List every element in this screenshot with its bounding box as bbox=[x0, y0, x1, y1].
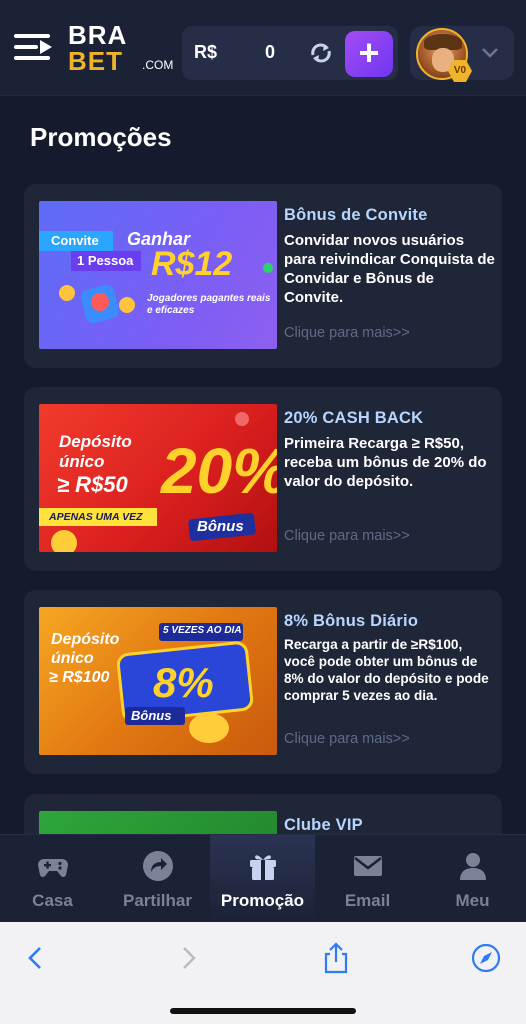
banner-line2: único bbox=[51, 650, 94, 667]
banner-amount: R$12 bbox=[151, 245, 233, 283]
bottom-nav: Casa Partilhar Promoção Email Meu bbox=[0, 834, 526, 923]
promotions-page: BRA BET .COM R$ 0 + V0 Promoções Convite… bbox=[0, 0, 526, 1024]
share-sheet-icon[interactable] bbox=[318, 940, 354, 976]
promo-info: 20% CASH BACK Primeira Recarga ≥ R$50, r… bbox=[284, 409, 496, 491]
promo-card-invite[interactable]: Convite 1 Pessoa Ganhar R$12 Jogadores p… bbox=[24, 184, 502, 368]
chevron-down-icon[interactable] bbox=[480, 42, 500, 62]
share-icon bbox=[143, 851, 173, 881]
promo-banner-invite[interactable]: Convite 1 Pessoa Ganhar R$12 Jogadores p… bbox=[39, 201, 277, 349]
nav-label: Partilhar bbox=[123, 891, 192, 910]
coin-icon bbox=[51, 530, 77, 552]
banner-line2: único bbox=[59, 452, 105, 471]
banner-strip: APENAS UMA VEZ bbox=[49, 511, 143, 523]
promo-title: 8% Bônus Diário bbox=[284, 612, 419, 630]
promo-title: 20% CASH BACK bbox=[284, 409, 424, 427]
banner-line1: Depósito bbox=[51, 631, 120, 648]
mail-icon bbox=[354, 856, 382, 876]
promo-more-link[interactable]: Clique para mais>> bbox=[284, 325, 410, 341]
nav-label: Casa bbox=[32, 891, 73, 910]
deposit-plus-button[interactable]: + bbox=[345, 31, 393, 77]
back-icon[interactable] bbox=[18, 940, 54, 976]
banner-line3: ≥ R$100 bbox=[49, 669, 110, 686]
browser-toolbar bbox=[0, 922, 526, 1024]
nav-label: Email bbox=[344, 891, 391, 910]
promo-info: Clube VIP bbox=[284, 816, 496, 835]
light-dot bbox=[235, 412, 249, 426]
nav-label: Meu bbox=[455, 891, 490, 910]
home-indicator bbox=[170, 1008, 356, 1014]
banner-tag-invite: Convite bbox=[51, 233, 99, 248]
banner-badge: Bônus bbox=[197, 518, 244, 535]
promo-banner-daily[interactable]: Depósito único ≥ R$100 5 VEZES AO DIA 8%… bbox=[39, 607, 277, 755]
banner-big-percent: 8% bbox=[153, 659, 214, 706]
promo-title: Bônus de Convite bbox=[284, 206, 428, 224]
promo-title: Clube VIP bbox=[284, 816, 363, 834]
promo-description: Recarga a partir de ≥R$100, você pode ob… bbox=[284, 637, 489, 703]
wallet-balance: R$ 0 + bbox=[182, 26, 398, 80]
compass-icon[interactable] bbox=[468, 940, 504, 976]
bell-icon bbox=[91, 293, 109, 311]
logo-suffix: .COM bbox=[142, 58, 174, 72]
promo-more-link[interactable]: Clique para mais>> bbox=[284, 731, 410, 747]
nav-item-partilhar[interactable]: Partilhar bbox=[105, 835, 210, 923]
nav-item-promocao[interactable]: Promoção bbox=[210, 835, 315, 923]
gamepad-icon bbox=[38, 859, 68, 877]
promo-info: 8% Bônus Diário Recarga a partir de ≥R$1… bbox=[284, 612, 496, 704]
promo-card-cashback[interactable]: Depósito único ≥ R$50 APENAS UMA VEZ 20%… bbox=[24, 387, 502, 571]
promo-description: Primeira Recarga ≥ R$50, receba um bônus… bbox=[284, 435, 487, 490]
banner-line3: ≥ R$50 bbox=[57, 472, 128, 497]
nav-item-email[interactable]: Email bbox=[315, 835, 420, 923]
coin-icon bbox=[263, 263, 273, 273]
nav-item-casa[interactable]: Casa bbox=[0, 835, 105, 923]
logo-line2: BET bbox=[68, 46, 123, 76]
forward-icon[interactable] bbox=[170, 940, 206, 976]
currency-label: R$ bbox=[194, 42, 218, 62]
promo-more-link[interactable]: Clique para mais>> bbox=[284, 528, 410, 544]
menu-icon[interactable] bbox=[14, 30, 54, 64]
banner-subtitle: Jogadores pagantes reais e eficazes bbox=[147, 293, 271, 316]
brabet-logo[interactable]: BRA BET .COM bbox=[68, 20, 178, 76]
promo-description: Convidar novos usuários para reivindicar… bbox=[284, 232, 495, 306]
banner-line1: Depósito bbox=[59, 432, 132, 451]
coin-stack-icon bbox=[189, 713, 229, 743]
emoji-icon bbox=[119, 297, 135, 313]
top-header: BRA BET .COM R$ 0 + V0 bbox=[0, 0, 526, 96]
promo-info: Bônus de Convite Convidar novos usuários… bbox=[284, 206, 496, 307]
nav-item-meu[interactable]: Meu bbox=[420, 835, 525, 923]
refresh-icon[interactable] bbox=[308, 40, 334, 66]
user-menu[interactable]: V0 bbox=[410, 26, 514, 82]
gift-icon bbox=[250, 855, 276, 880]
page-title: Promoções bbox=[30, 122, 172, 152]
banner-ribbon: 5 VEZES AO DIA bbox=[163, 625, 242, 636]
user-icon bbox=[460, 853, 486, 880]
emoji-icon bbox=[59, 285, 75, 301]
banner-big-percent: 20% bbox=[161, 435, 277, 507]
banner-badge: Bônus bbox=[131, 708, 172, 723]
banner-tag-person: 1 Pessoa bbox=[77, 253, 134, 268]
balance-value: 0 bbox=[264, 42, 275, 62]
promo-banner-cashback[interactable]: Depósito único ≥ R$50 APENAS UMA VEZ 20%… bbox=[39, 404, 277, 552]
promo-card-daily[interactable]: Depósito único ≥ R$100 5 VEZES AO DIA 8%… bbox=[24, 590, 502, 774]
nav-label: Promoção bbox=[220, 891, 305, 910]
